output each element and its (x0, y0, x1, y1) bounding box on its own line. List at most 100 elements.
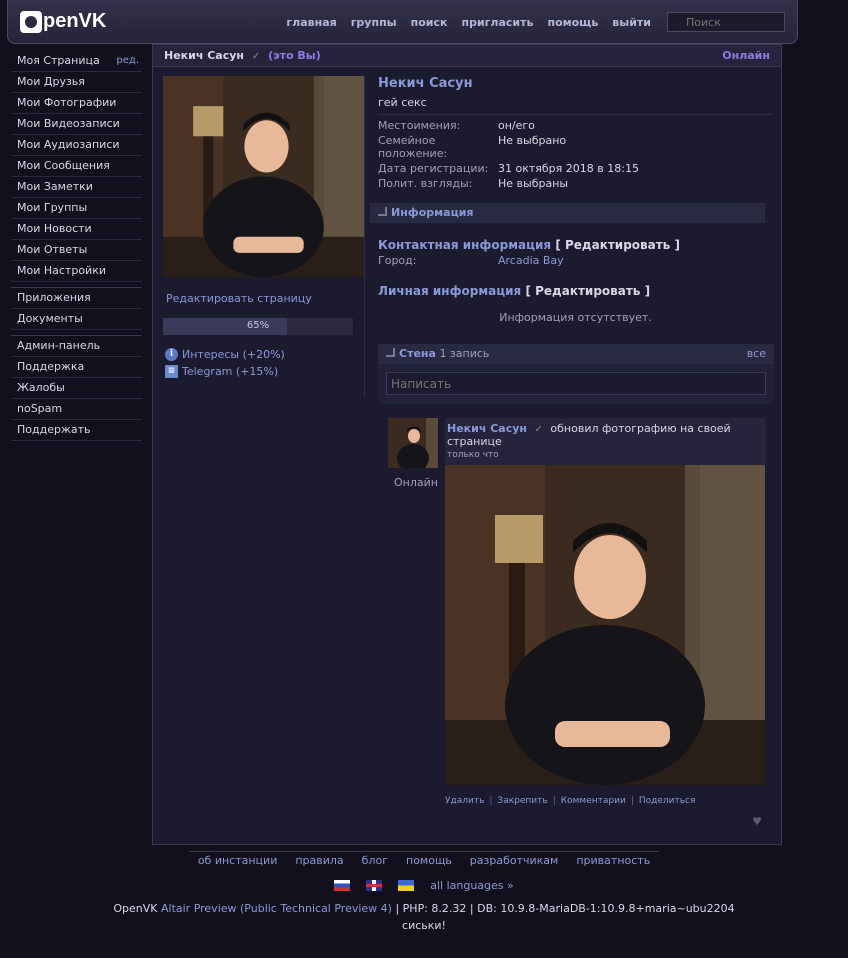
separator: | (552, 796, 556, 806)
like-heart-icon[interactable]: ♥ (752, 815, 762, 828)
sidebar-item-videos[interactable]: Мои Видеозаписи (11, 114, 142, 135)
nav-invite[interactable]: пригласить (462, 16, 534, 29)
online-status: Онлайн (722, 49, 770, 62)
sidebar-item-groups[interactable]: Мои Группы (11, 198, 142, 219)
nav-help[interactable]: помощь (547, 16, 598, 29)
language-selector: all languages » (0, 879, 848, 892)
info-label: Дата регистрации: (378, 162, 489, 175)
version-prefix: OpenVK (113, 902, 158, 915)
post-delete-link[interactable]: Удалить (445, 796, 484, 806)
edit-personal-link[interactable]: [ Редактировать ] (525, 284, 650, 298)
sidebar-item-audios[interactable]: Мои Аудиозаписи (11, 135, 142, 156)
info-row: Полит. взгляды: Не выбраны (378, 177, 773, 190)
version-link[interactable]: Altair Preview (Public Technical Preview… (161, 902, 392, 915)
edit-contact-link[interactable]: [ Редактировать ] (555, 238, 680, 252)
hint-interests[interactable]: i Интересы (+20%) (165, 348, 285, 361)
contact-info-title: Контактная информация (378, 238, 552, 252)
profile-photo[interactable] (163, 76, 364, 277)
post-pin-link[interactable]: Закрепить (497, 796, 547, 806)
footer-links: об инстанции правила блог помощь разрабо… (0, 851, 848, 869)
post-author-avatar[interactable] (388, 418, 438, 468)
nav-search[interactable]: поиск (411, 16, 448, 29)
city-label: Город: (378, 254, 417, 267)
sidebar-item-admin[interactable]: Админ-панель (11, 336, 142, 357)
sidebar: Моя Страница ред. Мои Друзья Мои Фотогра… (11, 51, 142, 441)
separator: | (489, 796, 493, 806)
logo-mark-icon (20, 10, 42, 33)
telegram-icon: ≡ (165, 365, 178, 378)
footer-link-developers[interactable]: разработчикам (460, 851, 568, 869)
hint-telegram[interactable]: ≡ Telegram (+15%) (165, 365, 285, 378)
header-bar: penVK главная группы поиск пригласить по… (7, 0, 798, 44)
search-input[interactable] (667, 12, 785, 32)
openvk-logo[interactable]: penVK (20, 10, 106, 33)
footer-link-blog[interactable]: блог (352, 851, 397, 869)
collapse-arrow-icon (378, 207, 387, 216)
profile-titlebar: Некич Сасун ✓ (это Вы) Онлайн (153, 45, 781, 67)
sidebar-item-support[interactable]: Поддержка (11, 357, 142, 378)
wall-section: Стена 1 запись все (378, 344, 774, 404)
verified-check-icon: ✓ (251, 51, 261, 62)
info-value: Не выбрано (498, 134, 567, 147)
sidebar-item-reports[interactable]: Жалобы (11, 378, 142, 399)
edit-page-link[interactable]: Редактировать страницу (166, 292, 312, 305)
wall-all-link[interactable]: все (747, 347, 766, 360)
nav-groups[interactable]: группы (351, 16, 397, 29)
sidebar-item-friends[interactable]: Мои Друзья (11, 72, 142, 93)
sidebar-item-replies[interactable]: Мои Ответы (11, 240, 142, 261)
sidebar-item-messages[interactable]: Мои Сообщения (11, 156, 142, 177)
sidebar-item-documents[interactable]: Документы (11, 309, 142, 330)
post-author-link[interactable]: Некич Сасун (447, 422, 527, 435)
profile-info: Некич Сасун гей секс Местоимения: он/его … (370, 76, 773, 324)
column-divider (364, 76, 365, 398)
personal-info-title: Личная информация (378, 284, 522, 298)
flag-ru-icon[interactable] (334, 880, 351, 891)
footer-link-about[interactable]: об инстанции (188, 851, 287, 869)
info-row: Семейное положение: Не выбрано (378, 134, 773, 160)
version-details: | PHP: 8.2.32 | DB: 10.9.8-MariaDB-1:10.… (395, 902, 735, 915)
flag-ua-icon[interactable] (398, 880, 415, 891)
footer-joke: сиськи! (402, 919, 446, 932)
info-section-header[interactable]: Информация (370, 203, 765, 223)
city-row: Город: Arcadia Bay (378, 254, 773, 267)
sidebar-edit-link[interactable]: ред. (116, 51, 139, 71)
nav-home[interactable]: главная (286, 16, 336, 29)
info-value: он/его (498, 119, 535, 132)
collapse-arrow-icon (386, 348, 395, 357)
version-info: OpenVK Altair Preview (Public Technical … (0, 902, 848, 915)
wall-header[interactable]: Стена 1 запись все (378, 344, 774, 364)
sidebar-item-settings[interactable]: Мои Настройки (11, 261, 142, 282)
completion-hints: i Интересы (+20%) ≡ Telegram (+15%) (165, 348, 285, 382)
footer-link-privacy[interactable]: приватность (567, 851, 660, 869)
info-value: Не выбраны (498, 177, 569, 190)
section-title: Информация (391, 206, 474, 219)
info-label: Местоимения: (378, 119, 461, 132)
sidebar-item-nospam[interactable]: noSpam (11, 399, 142, 420)
sidebar-item-donate[interactable]: Поддержать (11, 420, 142, 441)
logo-text: penVK (43, 10, 107, 32)
sidebar-item-notes[interactable]: Мои Заметки (11, 177, 142, 198)
sidebar-item-news[interactable]: Мои Новости (11, 219, 142, 240)
post-share-link[interactable]: Поделиться (639, 796, 696, 806)
sidebar-item-photos[interactable]: Мои Фотографии (11, 93, 142, 114)
post-photo[interactable] (445, 465, 765, 785)
all-languages-link[interactable]: all languages » (430, 879, 514, 892)
wall-post-input[interactable] (386, 372, 766, 395)
footer-link-help[interactable]: помощь (397, 851, 461, 869)
flag-uk-icon[interactable] (366, 880, 383, 891)
city-link[interactable]: Arcadia Bay (498, 254, 564, 267)
nav-logout[interactable]: выйти (612, 16, 651, 29)
profile-status[interactable]: гей секс (378, 96, 773, 115)
footer-link-rules[interactable]: правила (286, 851, 353, 869)
sidebar-item-apps[interactable]: Приложения (11, 288, 142, 309)
this-is-you-label: (это Вы) (268, 49, 321, 62)
profile-panel: Некич Сасун ✓ (это Вы) Онлайн Редактиров… (152, 44, 782, 845)
wall-compose (378, 364, 774, 404)
sidebar-item-my-page[interactable]: Моя Страница ред. (11, 51, 142, 72)
post-comments-link[interactable]: Комментарии (561, 796, 626, 806)
post-timestamp[interactable]: только что (447, 450, 764, 460)
post-author-name: Некич Сасун (447, 422, 528, 435)
info-row: Местоимения: он/его (378, 119, 773, 132)
wall-title: Стена (399, 347, 436, 360)
personal-info-heading: Личная информация [ Редактировать ] (378, 284, 773, 298)
